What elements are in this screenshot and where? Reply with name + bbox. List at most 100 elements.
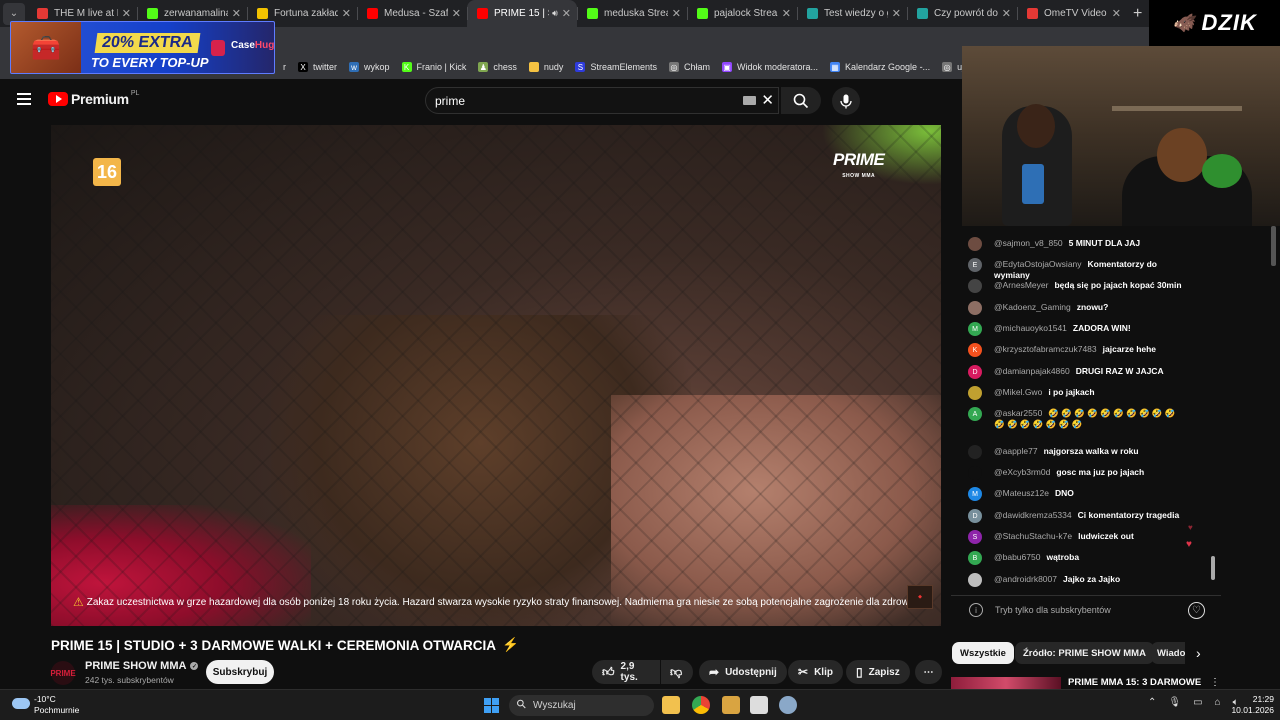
cloud-icon[interactable] xyxy=(12,698,30,709)
bookmark-item[interactable]: ◎ Chłam xyxy=(668,62,710,72)
chip-source-channel[interactable]: Źródło: PRIME SHOW MMA xyxy=(1015,642,1154,664)
chat-avatar[interactable]: M xyxy=(968,322,982,336)
video-player[interactable]: 16 PRIME SHOW MMA ⚠ Zakaz uczestnictwa w g… xyxy=(51,125,941,626)
clip-button[interactable]: ✂ Klip xyxy=(788,660,843,684)
close-tab-icon[interactable]: ✕ xyxy=(122,7,131,20)
browser-tab[interactable]: OmeTV Video Ch ✕ xyxy=(1017,0,1127,27)
search-input[interactable]: prime ✕ xyxy=(425,87,779,114)
chat-author[interactable]: @aapple77 xyxy=(994,446,1038,456)
like-button[interactable]: 👍︎ 2,9 tys. xyxy=(592,660,660,684)
channel-avatar[interactable]: PRIME xyxy=(50,661,76,685)
chat-author[interactable]: @sajmon_v8_850 xyxy=(994,238,1063,248)
keyboard-icon[interactable] xyxy=(743,96,756,105)
chat-author[interactable]: @askar2550 xyxy=(994,408,1042,418)
chat-avatar[interactable] xyxy=(968,237,982,251)
bookmark-item[interactable]: ▣ Widok moderatora... xyxy=(721,62,818,72)
network-icon[interactable]: ⌂ xyxy=(1215,697,1221,708)
browser-tab[interactable]: pajalock Stream - ✕ xyxy=(687,0,797,27)
clear-search-icon[interactable]: ✕ xyxy=(761,91,774,109)
browser-tab[interactable]: Test wiedzy o gru ✕ xyxy=(797,0,907,27)
share-button[interactable]: ➦ Udostępnij xyxy=(699,660,787,684)
weather-widget[interactable]: -10°C Pochmurnie xyxy=(34,694,79,716)
bookmark-item[interactable]: S StreamElements xyxy=(575,62,657,72)
speaker-icon[interactable]: 🔊︎ xyxy=(552,8,558,19)
chat-avatar[interactable]: D xyxy=(968,365,982,379)
chat-avatar[interactable] xyxy=(968,573,982,587)
close-tab-icon[interactable]: ✕ xyxy=(892,7,901,20)
more-actions-button[interactable]: ⋯ xyxy=(915,660,942,684)
chat-author[interactable]: @eXcyb3rm0d xyxy=(994,467,1050,477)
chat-author[interactable]: @krzysztofabramczuk7483 xyxy=(994,344,1097,354)
close-tab-icon[interactable]: ✕ xyxy=(562,7,571,20)
chat-author[interactable]: @StachuStachu-k7e xyxy=(994,531,1072,541)
page-scrollbar[interactable] xyxy=(1271,226,1276,266)
chat-author[interactable]: @ArnesMeyer xyxy=(994,280,1048,290)
chat-author[interactable]: @androidrk8007 xyxy=(994,574,1057,584)
chat-input[interactable]: i Tryb tylko dla subskrybentów ♡ xyxy=(951,595,1221,625)
chat-avatar[interactable]: D xyxy=(968,509,982,523)
bookmark-item[interactable]: ▦ Kalendarz Google -... xyxy=(830,62,930,72)
menu-icon[interactable] xyxy=(17,93,31,105)
close-tab-icon[interactable]: ✕ xyxy=(452,7,461,20)
info-icon[interactable]: i xyxy=(969,603,983,617)
system-clock[interactable]: 21:29 10.01.2026 xyxy=(1222,694,1274,716)
subscribe-button[interactable]: Subskrybuj xyxy=(206,660,274,684)
chat-avatar[interactable] xyxy=(968,445,982,459)
chat-author[interactable]: @Mikel.Gwo xyxy=(994,387,1042,397)
chat-avatar[interactable]: K xyxy=(968,343,982,357)
close-tab-icon[interactable]: ✕ xyxy=(232,7,241,20)
file-explorer-icon[interactable] xyxy=(662,696,680,714)
app-icon-3[interactable] xyxy=(750,696,768,714)
app-icon-2[interactable] xyxy=(722,696,740,714)
chat-avatar[interactable] xyxy=(968,466,982,480)
chip-news[interactable]: Wiado xyxy=(1151,642,1185,664)
recommended-title[interactable]: PRIME MMA 15: 3 DARMOWE xyxy=(1068,677,1201,688)
browser-tab[interactable]: PRIME 15 | STU🔊︎ ✕ xyxy=(467,0,577,27)
settings-icon[interactable] xyxy=(779,696,797,714)
bookmark-item[interactable]: nudy xyxy=(528,62,563,72)
windows-start-icon[interactable] xyxy=(484,698,499,713)
save-button[interactable]: ▯ Zapisz xyxy=(846,660,910,684)
chevron-right-icon[interactable]: › xyxy=(1196,645,1201,661)
voice-search-button[interactable] xyxy=(832,87,860,115)
chat-author[interactable]: @michauoyko1541 xyxy=(994,323,1067,333)
chevron-up-icon[interactable]: ⌃ xyxy=(1148,697,1156,708)
recommended-thumbnail[interactable] xyxy=(951,677,1061,689)
chat-avatar[interactable]: M xyxy=(968,487,982,501)
chat-avatar[interactable] xyxy=(968,279,982,293)
channel-name[interactable]: PRIME SHOW MMA ✓ xyxy=(85,660,199,672)
chat-scrollbar[interactable] xyxy=(1211,556,1215,580)
dislike-button[interactable]: 👎︎ xyxy=(661,660,693,684)
bookmark-item[interactable]: w wykop xyxy=(349,62,390,72)
close-tab-icon[interactable]: ✕ xyxy=(1112,7,1121,20)
chat-author[interactable]: @Kadoenz_Gaming xyxy=(994,302,1071,312)
microphone-tray-icon[interactable]: 🎙︎ xyxy=(1168,697,1181,708)
bookmark-item[interactable]: K Franio | Kick xyxy=(401,62,466,72)
chat-avatar[interactable] xyxy=(968,301,982,315)
search-button[interactable] xyxy=(781,87,821,114)
chat-author[interactable]: @damianpajak4860 xyxy=(994,366,1070,376)
chip-all[interactable]: Wszystkie xyxy=(952,642,1014,664)
close-tab-icon[interactable]: ✕ xyxy=(1002,7,1011,20)
chat-author[interactable]: @dawidkremza5334 xyxy=(994,510,1072,520)
heart-reaction-button[interactable]: ♡ xyxy=(1188,602,1205,619)
chat-author[interactable]: @babu6750 xyxy=(994,552,1040,562)
youtube-premium-logo[interactable]: Premium PL xyxy=(48,90,139,107)
recommended-more-icon[interactable]: ⋮ xyxy=(1210,677,1220,688)
chat-avatar[interactable]: S xyxy=(968,530,982,544)
chat-avatar[interactable]: A xyxy=(968,407,982,421)
chat-avatar[interactable]: E xyxy=(968,258,982,272)
close-tab-icon[interactable]: ✕ xyxy=(342,7,351,20)
chat-avatar[interactable] xyxy=(968,386,982,400)
browser-tab[interactable]: Medusa - Szafa (p ✕ xyxy=(357,0,467,27)
display-icon[interactable]: ▭ xyxy=(1193,697,1202,708)
chrome-icon[interactable] xyxy=(692,696,710,714)
chat-author[interactable]: @Mateusz12e xyxy=(994,488,1049,498)
bookmark-item[interactable]: ♟ chess xyxy=(478,62,517,72)
close-tab-icon[interactable]: ✕ xyxy=(782,7,791,20)
chat-avatar[interactable]: B xyxy=(968,551,982,565)
bookmark-item[interactable]: Xtwitter xyxy=(298,62,337,72)
browser-tab[interactable]: meduska Strea ✕ xyxy=(577,0,687,27)
close-tab-icon[interactable]: ✕ xyxy=(672,7,681,20)
chat-author[interactable]: @EdytaOstojaOwsiany xyxy=(994,259,1082,269)
